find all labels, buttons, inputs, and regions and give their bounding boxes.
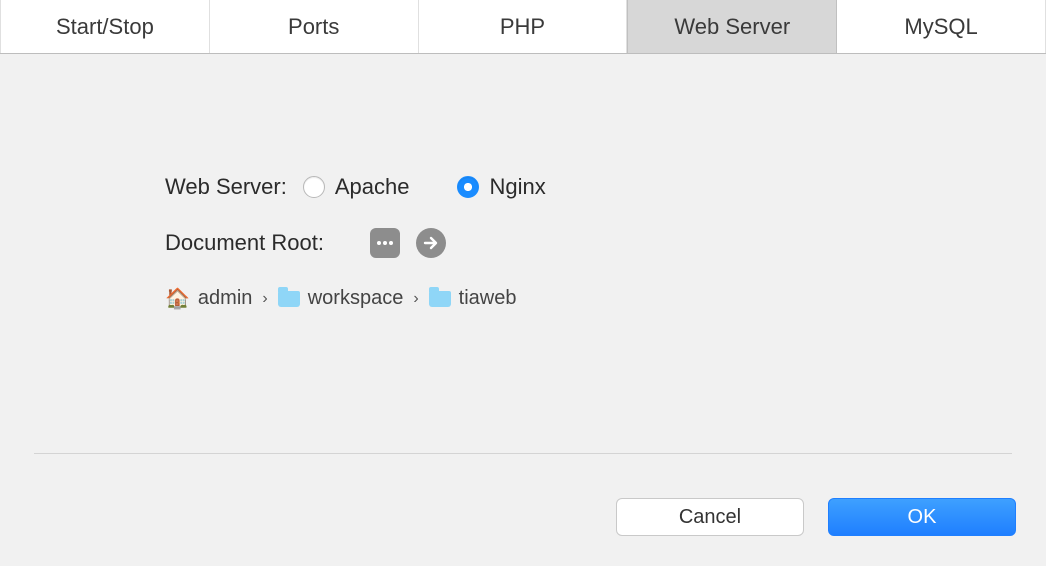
path-segment-tiaweb[interactable]: tiaweb (429, 287, 517, 310)
tab-bar: Start/Stop Ports PHP Web Server MySQL (0, 0, 1046, 54)
path-segment-label: workspace (308, 287, 404, 310)
path-segment-label: admin (198, 287, 252, 310)
radio-dot-icon (303, 176, 325, 198)
radio-apache[interactable]: Apache (303, 174, 410, 200)
footer-divider (34, 453, 1012, 454)
browse-button[interactable] (370, 228, 400, 258)
web-server-row: Web Server: Apache Nginx (165, 174, 1046, 200)
radio-apache-label: Apache (335, 174, 410, 200)
tab-ports[interactable]: Ports (210, 0, 419, 53)
tab-start-stop[interactable]: Start/Stop (0, 0, 210, 53)
radio-dot-icon (457, 176, 479, 198)
folder-icon (278, 291, 300, 307)
web-server-label: Web Server: (165, 174, 287, 200)
radio-nginx[interactable]: Nginx (457, 174, 545, 200)
document-root-path: 🏠 admin › workspace › tiaweb (165, 286, 1046, 311)
footer-buttons: Cancel OK (616, 498, 1016, 536)
path-segment-home[interactable]: 🏠 admin (165, 286, 252, 311)
radio-nginx-label: Nginx (489, 174, 545, 200)
content-pane: Web Server: Apache Nginx Document Root: … (0, 54, 1046, 566)
tab-php[interactable]: PHP (419, 0, 628, 53)
document-root-label: Document Root: (165, 230, 324, 256)
ok-button[interactable]: OK (828, 498, 1016, 536)
document-root-row: Document Root: (165, 228, 1046, 258)
navigate-button[interactable] (416, 228, 446, 258)
chevron-right-icon: › (262, 290, 267, 308)
arrow-right-icon (423, 235, 439, 251)
tab-web-server[interactable]: Web Server (627, 0, 837, 53)
folder-icon (429, 291, 451, 307)
chevron-right-icon: › (413, 290, 418, 308)
home-icon: 🏠 (165, 286, 190, 311)
ellipsis-icon (376, 239, 394, 247)
path-segment-workspace[interactable]: workspace (278, 287, 404, 310)
cancel-button[interactable]: Cancel (616, 498, 804, 536)
tab-mysql[interactable]: MySQL (837, 0, 1046, 53)
path-segment-label: tiaweb (459, 287, 517, 310)
